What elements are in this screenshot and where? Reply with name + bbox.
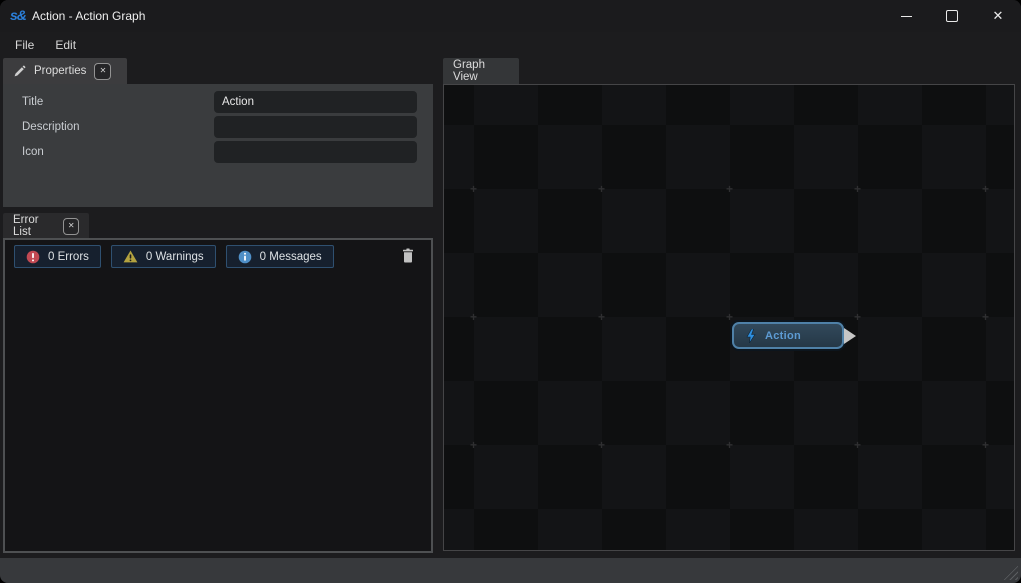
minimize-icon <box>901 16 912 17</box>
property-row-icon: Icon <box>3 141 433 163</box>
grid-cross-icon: + <box>981 185 990 194</box>
grid-cross-icon: + <box>853 185 862 194</box>
grid-cross-icon: + <box>981 441 990 450</box>
error-list-panel: 0 Errors 0 Warnings 0 Messages <box>3 238 433 553</box>
window-title: Action - Action Graph <box>32 9 145 23</box>
status-bar <box>0 558 1021 583</box>
title-field-label: Title <box>22 91 43 113</box>
grid-cross-icon: + <box>853 313 862 322</box>
menu-file[interactable]: File <box>15 38 34 52</box>
description-field[interactable] <box>214 116 417 138</box>
error-icon <box>26 250 40 264</box>
icon-field-label: Icon <box>22 141 44 163</box>
node-output-pin[interactable] <box>844 328 856 344</box>
warnings-filter-label: 0 Warnings <box>146 251 204 263</box>
app-logo-icon: s& <box>10 7 26 23</box>
property-row-description: Description <box>3 116 433 138</box>
errors-filter-button[interactable]: 0 Errors <box>14 245 101 268</box>
properties-panel: Title Description Icon <box>3 84 433 207</box>
property-row-title: Title <box>3 91 433 113</box>
resize-grip[interactable] <box>1003 565 1018 580</box>
grid-cross-icon: + <box>469 185 478 194</box>
tab-error-list-label: Error List <box>13 214 55 238</box>
title-field[interactable] <box>214 91 417 113</box>
grid-cross-icon: + <box>981 313 990 322</box>
grid-cross-icon: + <box>725 313 734 322</box>
pencil-icon <box>13 65 26 78</box>
messages-filter-label: 0 Messages <box>260 251 322 263</box>
tab-error-list[interactable]: Error List ✕ <box>3 213 89 239</box>
maximize-button[interactable] <box>929 0 975 32</box>
menu-bar: File Edit <box>0 32 1021 58</box>
error-list-empty-area <box>5 276 431 551</box>
tab-graph-view[interactable]: Graph View <box>443 58 519 84</box>
maximize-icon <box>946 10 958 22</box>
tab-properties-label: Properties <box>34 65 86 77</box>
error-list-toolbar: 0 Errors 0 Warnings 0 Messages <box>14 245 334 268</box>
title-bar: s& Action - Action Graph ✕ <box>0 0 1021 32</box>
action-node-label: Action <box>765 330 801 342</box>
tab-graph-view-label: Graph View <box>453 59 509 83</box>
grid-cross-icon: + <box>725 441 734 450</box>
description-field-label: Description <box>22 116 80 138</box>
tab-properties[interactable]: Properties ✕ <box>3 58 127 84</box>
tab-error-list-close-icon[interactable]: ✕ <box>63 218 79 235</box>
warnings-filter-button[interactable]: 0 Warnings <box>111 245 216 268</box>
errors-filter-label: 0 Errors <box>48 251 89 263</box>
clear-errors-button[interactable] <box>401 247 415 263</box>
close-icon: ✕ <box>993 8 1004 24</box>
grid-cross-icon: + <box>597 313 606 322</box>
grid-cross-icon: + <box>597 441 606 450</box>
icon-field[interactable] <box>214 141 417 163</box>
grid-cross-icon: + <box>469 313 478 322</box>
close-button[interactable]: ✕ <box>975 0 1021 32</box>
messages-filter-button[interactable]: 0 Messages <box>226 245 334 268</box>
grid-cross-icon: + <box>853 441 862 450</box>
grid-cross-icon: + <box>725 185 734 194</box>
graph-canvas[interactable]: Action + + + + + + + + + + + + + + + <box>443 84 1015 551</box>
tab-properties-close-icon[interactable]: ✕ <box>94 63 111 80</box>
minimize-button[interactable] <box>883 0 929 32</box>
menu-edit[interactable]: Edit <box>55 38 76 52</box>
trash-icon <box>402 248 414 263</box>
grid-cross-icon: + <box>597 185 606 194</box>
warning-icon <box>123 250 138 263</box>
info-icon <box>238 250 252 264</box>
grid-cross-icon: + <box>469 441 478 450</box>
action-node[interactable]: Action <box>732 322 844 349</box>
app-window: s& Action - Action Graph ✕ File Edit Pro… <box>0 0 1021 583</box>
lightning-bolt-icon <box>746 329 756 343</box>
